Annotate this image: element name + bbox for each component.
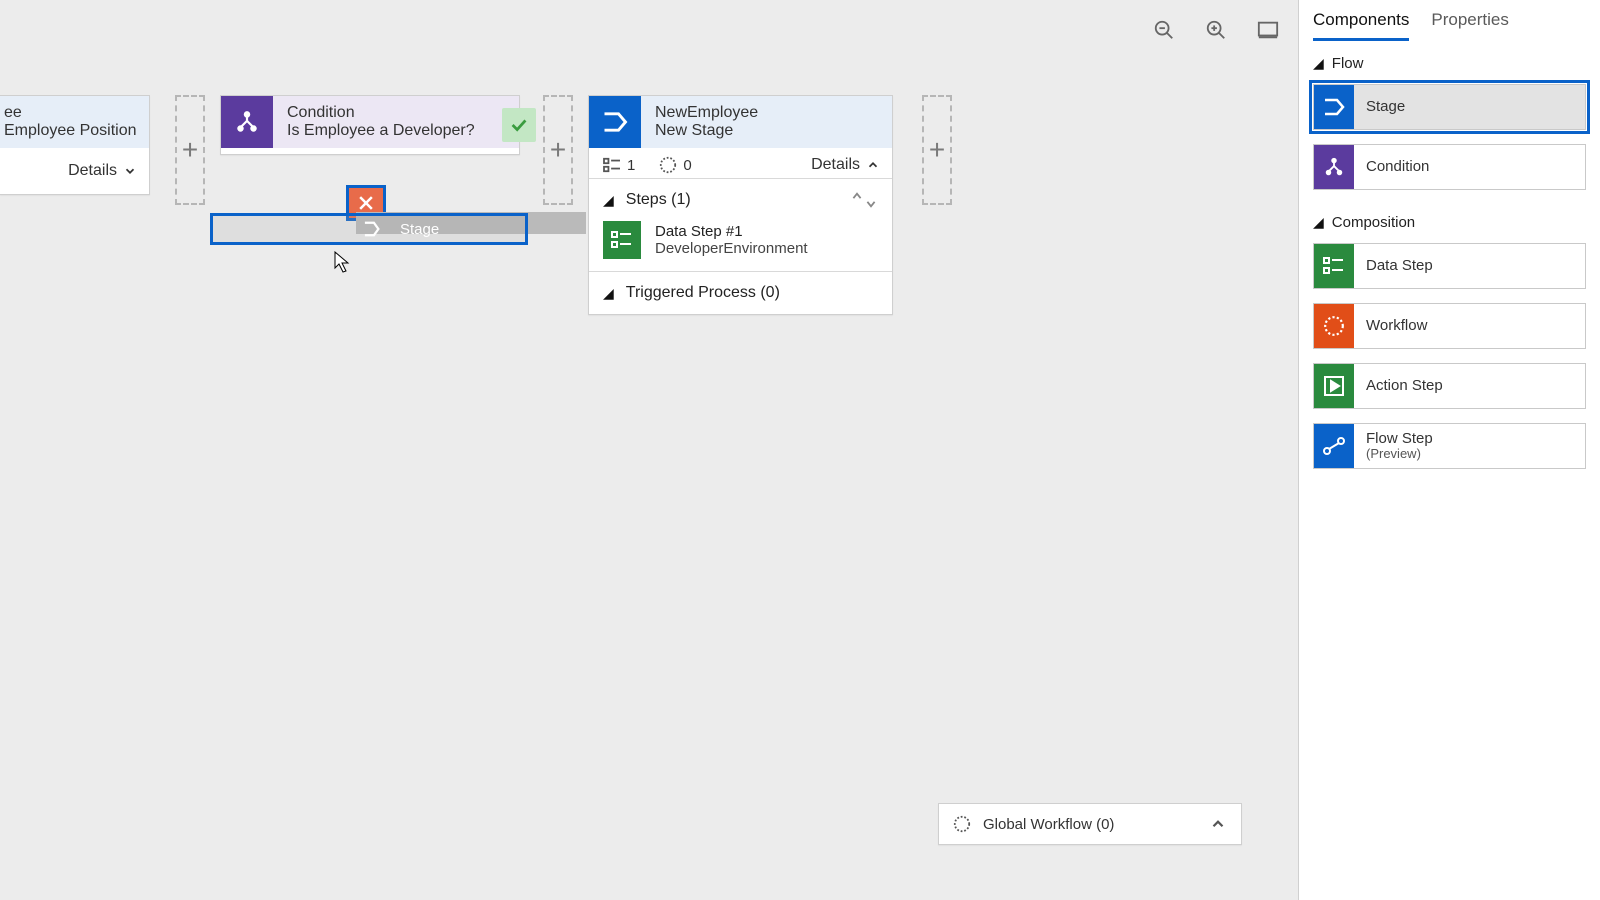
tab-components[interactable]: Components [1313, 10, 1409, 41]
chevron-down-icon [123, 164, 137, 178]
component-label: Action Step [1354, 377, 1443, 394]
stage-icon [1314, 85, 1354, 129]
drop-slot[interactable]: + [922, 95, 952, 205]
stage-node-employee-position[interactable]: ee Employee Position Details [0, 95, 150, 195]
drag-ghost-stage[interactable]: Stage [210, 213, 528, 245]
steps-count: 1 [603, 157, 635, 174]
details-label: Details [68, 162, 117, 180]
component-data-step[interactable]: Data Step [1313, 243, 1586, 289]
stage-node-newemployee[interactable]: NewEmployee New Stage 1 0 Deta [588, 95, 893, 315]
node-subtitle: New Stage [655, 122, 882, 140]
triangle-icon: ◢ [603, 285, 614, 302]
true-path-badge[interactable] [502, 108, 536, 142]
workflow-count: 0 [659, 156, 691, 174]
component-label: Workflow [1354, 317, 1427, 334]
component-label: Flow Step (Preview) [1354, 430, 1433, 462]
details-label: Details [811, 156, 860, 174]
plus-icon: + [550, 134, 566, 166]
flow-icon [1314, 424, 1354, 468]
component-label: Stage [1354, 98, 1405, 115]
triggered-section-label: Triggered Process (0) [626, 284, 780, 302]
component-label: Data Step [1354, 257, 1433, 274]
details-toggle[interactable]: Details [0, 148, 149, 194]
node-title: NewEmployee [655, 104, 882, 122]
triangle-icon: ◢ [603, 192, 614, 209]
reorder-arrows[interactable] [850, 191, 878, 209]
checklist-icon [603, 221, 641, 259]
drag-ghost-label: Stage [400, 221, 439, 238]
component-flow-step[interactable]: Flow Step (Preview) [1313, 423, 1586, 469]
node-title: Condition [287, 104, 509, 122]
component-action-step[interactable]: Action Step [1313, 363, 1586, 409]
step-subtitle: DeveloperEnvironment [655, 240, 808, 257]
section-composition: ◢ Composition [1299, 200, 1600, 239]
node-subtitle: Is Employee a Developer? [287, 122, 509, 140]
spinner-icon [1314, 304, 1354, 348]
component-workflow[interactable]: Workflow [1313, 303, 1586, 349]
tab-properties[interactable]: Properties [1431, 10, 1508, 41]
branch-icon [221, 96, 273, 148]
side-panel: Components Properties ◢ Flow Stage Condi… [1298, 0, 1600, 900]
condition-node[interactable]: Condition Is Employee a Developer? [220, 95, 520, 155]
chevron-up-icon [866, 158, 880, 172]
cursor-icon [334, 251, 352, 273]
drop-slot[interactable]: + [175, 95, 205, 205]
play-icon [1314, 364, 1354, 408]
canvas-toolbar [1152, 18, 1280, 42]
component-stage[interactable]: Stage [1313, 84, 1586, 130]
designer-canvas[interactable]: ee Employee Position Details + Condition… [0, 0, 1298, 900]
stage-icon [589, 96, 641, 148]
checklist-icon [1314, 244, 1354, 288]
zoom-in-icon[interactable] [1204, 18, 1228, 42]
stage-icon [358, 217, 388, 241]
spinner-icon [953, 815, 971, 833]
global-workflow-bar[interactable]: Global Workflow (0) [938, 803, 1242, 845]
triangle-icon: ◢ [1313, 214, 1324, 231]
triangle-icon: ◢ [1313, 55, 1324, 72]
zoom-out-icon[interactable] [1152, 18, 1176, 42]
plus-icon: + [182, 134, 198, 166]
plus-icon: + [929, 134, 945, 166]
component-condition[interactable]: Condition [1313, 144, 1586, 190]
branch-icon [1314, 145, 1354, 189]
component-label: Condition [1354, 158, 1429, 175]
stage-title: ee [4, 104, 139, 122]
fit-to-screen-icon[interactable] [1256, 18, 1280, 42]
section-flow: ◢ Flow [1299, 41, 1600, 80]
step-title: Data Step #1 [655, 223, 808, 240]
details-toggle[interactable]: Details [811, 156, 880, 174]
data-step-item[interactable]: Data Step #1 DeveloperEnvironment [589, 221, 892, 271]
drop-slot[interactable]: + [543, 95, 573, 205]
stage-subtitle: Employee Position [4, 122, 139, 140]
chevron-up-icon[interactable] [1209, 815, 1227, 833]
steps-section-label: Steps (1) [626, 191, 691, 209]
global-workflow-label: Global Workflow (0) [983, 816, 1114, 833]
